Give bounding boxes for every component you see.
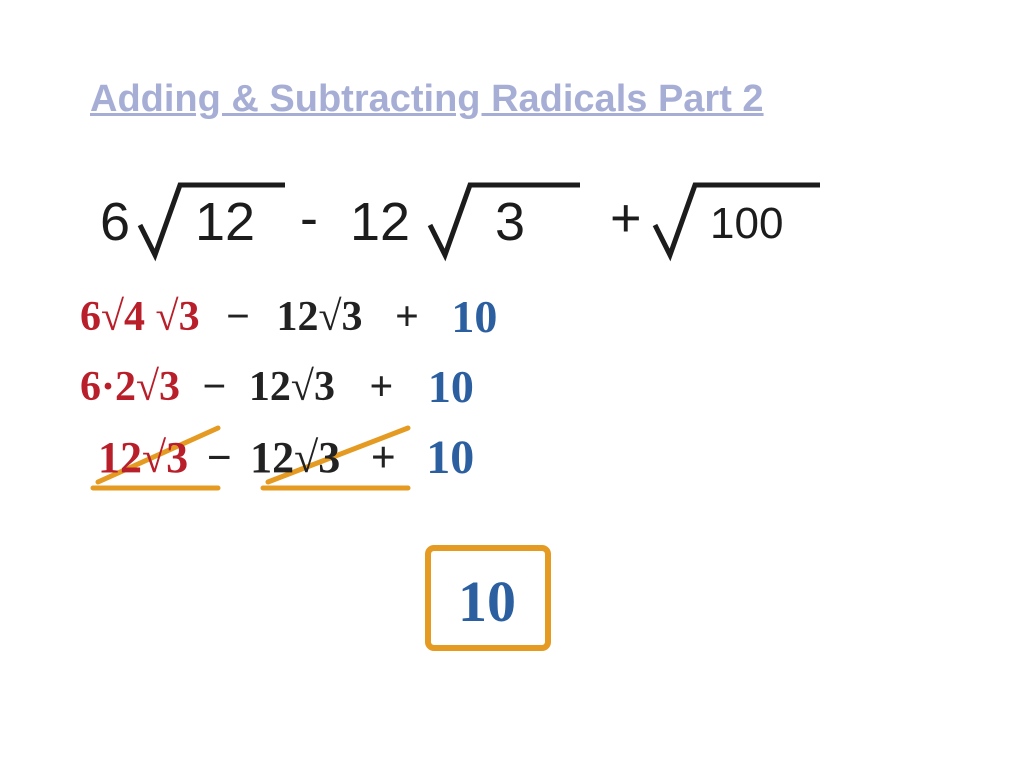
step2-mid: 12√3 [249, 363, 335, 411]
step-1: 6√4 √3 − 12√3 + 10 [80, 290, 497, 343]
step3-op1: − [207, 432, 232, 483]
radicand-3: 100 [710, 199, 783, 248]
final-answer: 10 [420, 540, 580, 665]
step-3: 12√3 − 12√3 + 10 [98, 430, 698, 500]
op-1: - [300, 188, 318, 248]
step2-op2: + [369, 363, 393, 411]
coef-2: 12 [350, 192, 410, 252]
step1-mid: 12√3 [276, 293, 362, 341]
step-2: 6·2√3 − 12√3 + 10 [80, 360, 474, 413]
step2-red: 6·2√3 [80, 363, 180, 411]
step1-red: 6√4 √3 [80, 293, 200, 341]
step1-blue: 10 [451, 290, 497, 343]
page-title: Adding & Subtracting Radicals Part 2 [90, 78, 764, 121]
radicand-2: 3 [495, 192, 525, 252]
step1-op1: − [226, 293, 250, 341]
step3-mid: 12√3 [250, 432, 340, 483]
step3-red: 12√3 [98, 432, 188, 483]
coef-1: 6 [100, 192, 130, 252]
step3-op2: + [371, 432, 396, 483]
step2-op1: − [203, 363, 227, 411]
step3-blue: 10 [426, 430, 474, 485]
op-2: + [610, 188, 642, 248]
step1-op2: + [395, 293, 419, 341]
step2-blue: 10 [428, 360, 474, 413]
problem-expression: 6 12 - 12 3 + 100 [100, 170, 920, 280]
answer-value: 10 [458, 568, 516, 635]
radicand-1: 12 [195, 192, 255, 252]
